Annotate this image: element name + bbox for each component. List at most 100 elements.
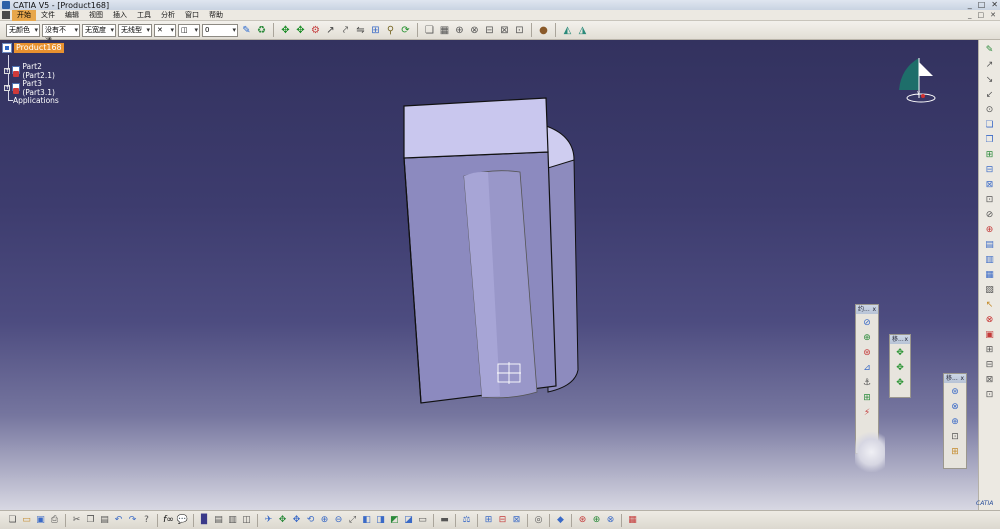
snap-icon[interactable]: ✥: [294, 24, 307, 37]
apply-material-icon[interactable]: ●: [537, 24, 550, 37]
reorder-icon[interactable]: ⊘: [983, 208, 997, 222]
section-icon[interactable]: ⊞: [369, 24, 382, 37]
component-icon[interactable]: ⊞: [983, 148, 997, 162]
menu-edit[interactable]: 编辑: [60, 10, 84, 21]
point-style-select[interactable]: ✕: [154, 23, 176, 37]
toolbar-title[interactable]: 移... x: [890, 335, 910, 344]
insert-component-icon[interactable]: ⊕: [453, 24, 466, 37]
color-select[interactable]: 无颜色: [6, 23, 40, 37]
measure-item-icon[interactable]: ⚖: [460, 514, 473, 527]
reorder-icon[interactable]: ⊠: [498, 24, 511, 37]
manipulation-icon[interactable]: ✥: [894, 347, 906, 359]
quick-constraint-icon[interactable]: ⚡: [861, 407, 873, 419]
apply-material-icon[interactable]: ◆: [554, 514, 567, 527]
explode-icon[interactable]: ⊛: [949, 386, 961, 398]
whats-this-icon[interactable]: ?: [140, 514, 153, 527]
smart-move-icon[interactable]: ✥: [894, 377, 906, 389]
layer-number-select[interactable]: ◫: [178, 23, 200, 37]
geometric-set-icon[interactable]: ◫: [240, 514, 253, 527]
move-icon[interactable]: ⊕: [949, 416, 961, 428]
quick-view-icon[interactable]: ◧: [360, 514, 373, 527]
fly-mode-icon[interactable]: ✈: [262, 514, 275, 527]
menu-start[interactable]: 开始: [12, 9, 36, 21]
manage-representations-icon[interactable]: ⊗: [604, 514, 617, 527]
update-icon[interactable]: ⟳: [399, 24, 412, 37]
menu-view[interactable]: 视图: [84, 10, 108, 21]
section-analysis-icon[interactable]: ⊡: [983, 388, 997, 402]
menu-analyze[interactable]: 分析: [156, 10, 180, 21]
constraint-icon[interactable]: ⚲: [384, 24, 397, 37]
doc-close-button[interactable]: ✕: [990, 11, 996, 19]
numbering-icon[interactable]: ⊕: [983, 223, 997, 237]
painter-icon[interactable]: ✎: [240, 24, 253, 37]
menu-window[interactable]: 窗口: [180, 10, 204, 21]
toolbar-close-button[interactable]: x: [960, 374, 964, 383]
paste-icon[interactable]: ▤: [98, 514, 111, 527]
save-icon[interactable]: ▣: [983, 328, 997, 342]
close-button[interactable]: ✕: [991, 0, 998, 10]
graph-tree-icon[interactable]: ⊟: [483, 24, 496, 37]
publish-icon[interactable]: ⊞: [949, 446, 961, 458]
stop-manipulate-icon[interactable]: ↗: [324, 24, 337, 37]
layer-select[interactable]: 0: [202, 23, 238, 37]
pocket-icon[interactable]: ↘: [983, 73, 997, 87]
toolbar-title[interactable]: 移... x: [944, 374, 966, 383]
coincidence-constraint-icon[interactable]: ⊘: [861, 317, 873, 329]
linetype-select[interactable]: 无线型: [118, 23, 152, 37]
maximize-button[interactable]: □: [978, 0, 986, 10]
measure-icon[interactable]: ⇋: [354, 24, 367, 37]
generate-icon[interactable]: ⊞: [983, 343, 997, 357]
comment-icon[interactable]: 💬: [176, 514, 189, 527]
replace-component-icon[interactable]: ⊗: [468, 24, 481, 37]
pan-icon[interactable]: ✥: [290, 514, 303, 527]
product-icon[interactable]: ❏: [983, 118, 997, 132]
clash-icon[interactable]: ⊞: [482, 514, 495, 527]
contact-constraint-icon[interactable]: ⊕: [861, 332, 873, 344]
properties-icon[interactable]: ♻: [255, 24, 268, 37]
table-icon[interactable]: ▦: [438, 24, 451, 37]
normal-view-icon[interactable]: ⤢: [346, 514, 359, 527]
menu-file[interactable]: 文件: [36, 10, 60, 21]
hide-show-icon[interactable]: ◪: [402, 514, 415, 527]
graph-icon[interactable]: ⊡: [983, 193, 997, 207]
catalog-browser-icon[interactable]: ⊛: [576, 514, 589, 527]
menu-insert[interactable]: 插入: [108, 10, 132, 21]
zoom-in-icon[interactable]: ⊕: [318, 514, 331, 527]
view-mode-icon[interactable]: ◨: [374, 514, 387, 527]
swap-visible-space-icon[interactable]: ◭: [561, 24, 574, 37]
shading-icon[interactable]: ◩: [388, 514, 401, 527]
stop-on-clash-icon[interactable]: ⊗: [949, 401, 961, 413]
formula-icon[interactable]: f∞: [162, 514, 175, 527]
analysis-icon[interactable]: ⊟: [983, 358, 997, 372]
component-properties-icon[interactable]: ↖: [983, 298, 997, 312]
3d-compass-icon[interactable]: ◎: [532, 514, 545, 527]
bounding-box-icon[interactable]: ⊡: [949, 431, 961, 443]
redo-icon[interactable]: ↷: [126, 514, 139, 527]
hole-icon[interactable]: ⊙: [983, 103, 997, 117]
scene-icon[interactable]: ▥: [983, 253, 997, 267]
fix-component-icon[interactable]: ⚓: [861, 377, 873, 389]
hide-show-icon[interactable]: ◮: [576, 24, 589, 37]
pad-icon[interactable]: ↗: [983, 58, 997, 72]
shaft-icon[interactable]: ↙: [983, 88, 997, 102]
rotate-icon[interactable]: ⟲: [304, 514, 317, 527]
manipulation-icon[interactable]: ✥: [279, 24, 292, 37]
part-icon[interactable]: ❐: [983, 133, 997, 147]
toolbar-close-button[interactable]: x: [904, 335, 908, 344]
reuse-pattern-icon[interactable]: ⊕: [590, 514, 603, 527]
sketch-icon[interactable]: ✎: [983, 43, 997, 57]
offset-constraint-icon[interactable]: ⊛: [861, 347, 873, 359]
bom-icon[interactable]: ▤: [983, 238, 997, 252]
part-model[interactable]: [0, 40, 978, 510]
replace-icon[interactable]: ⊠: [983, 178, 997, 192]
doc-restore-button[interactable]: □: [978, 11, 985, 19]
menu-help[interactable]: 帮助: [204, 10, 228, 21]
distance-band-icon[interactable]: ⊠: [510, 514, 523, 527]
fix-together-icon[interactable]: ⊞: [861, 392, 873, 404]
law-icon[interactable]: ▉: [198, 514, 211, 527]
lineweight-select[interactable]: 无宽度: [82, 23, 116, 37]
measure-between-icon[interactable]: ▬: [438, 514, 451, 527]
grid-icon[interactable]: ▦: [626, 514, 639, 527]
menu-tools[interactable]: 工具: [132, 10, 156, 21]
snap-icon[interactable]: ✥: [894, 362, 906, 374]
